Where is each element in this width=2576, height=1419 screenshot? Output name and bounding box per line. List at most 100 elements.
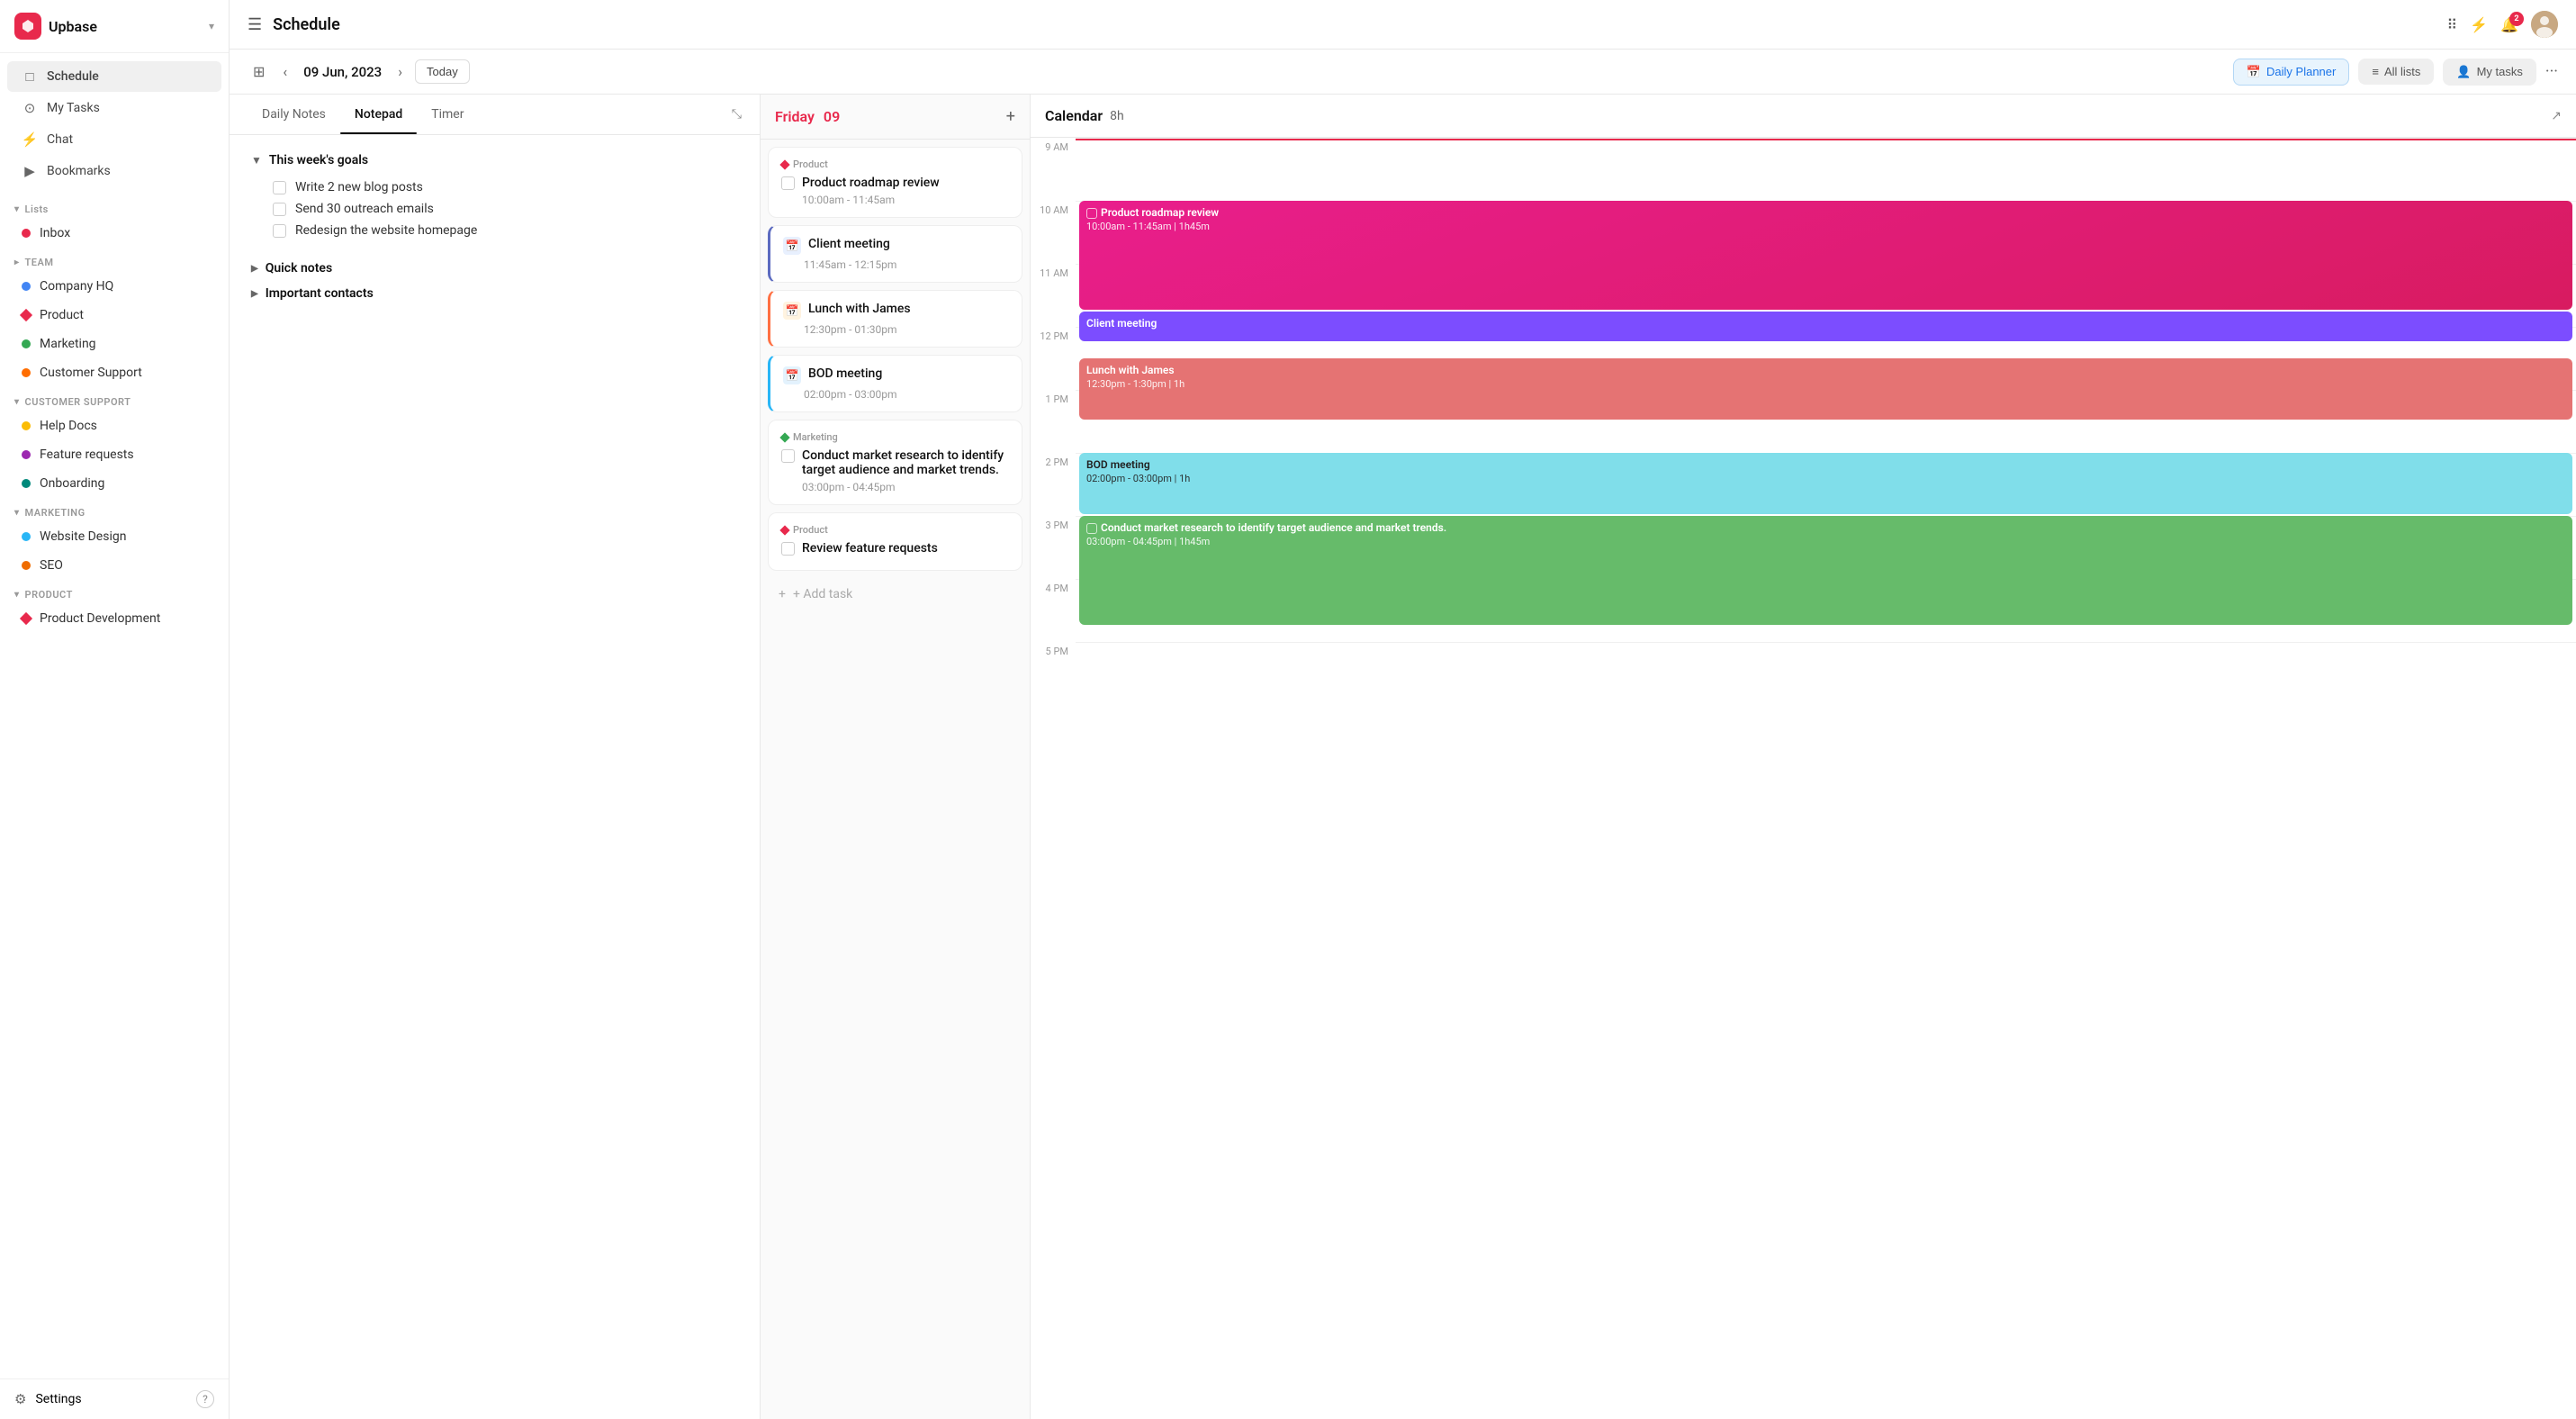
goals-chevron-icon: ▼ [251, 154, 262, 167]
product-dev-dot [20, 612, 32, 625]
quick-notes-chevron-icon: ▶ [251, 264, 258, 274]
menu-icon[interactable]: ☰ [248, 15, 262, 34]
marketing-label-icon [779, 432, 789, 442]
goals-section: ▼ This week's goals Write 2 new blog pos… [251, 153, 738, 241]
daily-planner-button[interactable]: 📅 Daily Planner [2233, 59, 2350, 86]
calendar-title: Calendar [1045, 107, 1103, 124]
expand-calendar-icon[interactable]: ↗ [2551, 109, 2562, 123]
marketing-dot [22, 339, 31, 348]
add-task-row[interactable]: + + Add task [768, 578, 1022, 610]
notification-icon[interactable]: 🔔 2 [2500, 16, 2518, 33]
logo-chevron-icon[interactable]: ▾ [209, 20, 214, 32]
goals-header[interactable]: ▼ This week's goals [251, 153, 738, 167]
sidebar-item-chat[interactable]: ⚡ Chat [7, 124, 221, 155]
product-dot [20, 309, 32, 321]
sidebar-item-website-design[interactable]: Website Design [7, 523, 221, 550]
inbox-dot [22, 229, 31, 238]
inbox-label: Inbox [40, 226, 70, 240]
notepad-panel: Daily Notes Notepad Timer ⤡ ▼ This week'… [230, 95, 761, 1419]
sidebar-item-product[interactable]: Product [7, 302, 221, 329]
task-card-product-roadmap: Product Product roadmap review 10:00am -… [768, 147, 1022, 218]
more-options-icon[interactable]: ··· [2545, 62, 2558, 81]
task-2-time: 11:45am - 12:15pm [783, 258, 1009, 271]
cal-event-cal-event-4[interactable]: BOD meeting 02:00pm - 03:00pm | 1h [1079, 453, 2572, 514]
sidebar-item-my-tasks[interactable]: ⊙ My Tasks [7, 93, 221, 123]
sidebar-item-product-development[interactable]: Product Development [7, 605, 221, 632]
sidebar-item-inbox[interactable]: Inbox [7, 220, 221, 247]
day-name: Friday [775, 108, 815, 125]
logo-area[interactable]: Upbase ▾ [0, 0, 229, 53]
product-label: Product [40, 308, 84, 322]
add-task-icon[interactable]: + [1006, 107, 1015, 126]
cal-event-title: Client meeting [1086, 317, 2565, 330]
task-4-title: BOD meeting [808, 366, 882, 381]
sidebar-item-onboarding[interactable]: Onboarding [7, 470, 221, 497]
sidebar-item-bookmarks[interactable]: ▶ Bookmarks [7, 156, 221, 186]
lists-chevron-icon: ▾ [14, 204, 20, 214]
task-5-checkbox[interactable] [781, 449, 795, 463]
sidebar-footer[interactable]: ⚙ Settings ? [0, 1378, 229, 1419]
today-button[interactable]: Today [415, 59, 470, 84]
product-section-header[interactable]: ▾ PRODUCT [0, 580, 229, 604]
cal-event-cal-event-2[interactable]: Client meeting [1079, 312, 2572, 341]
topbar-icons: ⠿ ⚡ 🔔 2 [2446, 11, 2558, 38]
sidebar-label-schedule: Schedule [47, 69, 99, 84]
collapse-notepad-icon[interactable]: ⤡ [732, 107, 742, 122]
calendar-view-icon[interactable]: ⊞ [248, 59, 270, 84]
sidebar-item-customer-support[interactable]: Customer Support [7, 359, 221, 386]
cal-event-cal-event-5[interactable]: Conduct market research to identify targ… [1079, 516, 2572, 625]
cal-event-time: 10:00am - 11:45am | 1h45m [1086, 221, 2565, 232]
sidebar-item-help-docs[interactable]: Help Docs [7, 412, 221, 439]
sidebar: Upbase ▾ □ Schedule ⊙ My Tasks ⚡ Chat ▶ … [0, 0, 230, 1419]
tab-timer[interactable]: Timer [417, 95, 478, 134]
goal-1-checkbox[interactable] [273, 181, 286, 194]
time-label-9: 9 AM [1031, 138, 1076, 153]
tasks-day: Friday 09 [775, 108, 840, 125]
tab-notepad[interactable]: Notepad [340, 95, 417, 134]
prev-date-button[interactable]: ‹ [277, 59, 293, 84]
calendar-icon-lunch: 📅 [783, 302, 801, 320]
product-dev-label: Product Development [40, 611, 160, 626]
help-icon[interactable]: ? [196, 1390, 214, 1408]
important-contacts-title: Important contacts [266, 286, 374, 301]
grid-icon[interactable]: ⠿ [2446, 16, 2457, 33]
next-date-button[interactable]: › [392, 59, 408, 84]
sidebar-item-schedule[interactable]: □ Schedule [7, 61, 221, 92]
goal-2-checkbox[interactable] [273, 203, 286, 216]
my-tasks-button[interactable]: 👤 My tasks [2443, 59, 2535, 86]
marketing-section-label: MARKETING [25, 507, 86, 519]
sidebar-item-company-hq[interactable]: Company HQ [7, 273, 221, 300]
feature-requests-label: Feature requests [40, 447, 134, 462]
important-contacts-header[interactable]: ▶ Important contacts [251, 281, 738, 306]
task-card-client-meeting: 📅 Client meeting 11:45am - 12:15pm [768, 225, 1022, 283]
cal-event-time: 03:00pm - 04:45pm | 1h45m [1086, 536, 2565, 547]
time-slot-9: 9 AM [1031, 138, 2576, 201]
sidebar-item-marketing[interactable]: Marketing [7, 330, 221, 357]
user-avatar[interactable] [2531, 11, 2558, 38]
sidebar-item-seo[interactable]: SEO [7, 552, 221, 579]
task-1-checkbox[interactable] [781, 176, 795, 190]
lists-section-label: Lists [25, 203, 49, 215]
goal-3-checkbox[interactable] [273, 224, 286, 238]
cal-event-cal-event-1[interactable]: Product roadmap review 10:00am - 11:45am… [1079, 201, 2572, 310]
task-6-checkbox[interactable] [781, 542, 795, 556]
cal-event-cal-event-3[interactable]: Lunch with James 12:30pm - 1:30pm | 1h [1079, 358, 2572, 420]
cal-event-checkbox [1086, 208, 1097, 219]
marketing-section-header[interactable]: ▾ MARKETING [0, 498, 229, 522]
task-list-label-marketing: Marketing [781, 431, 1009, 443]
tasks-panel: Friday 09 + Product Product roadmap revi… [761, 95, 1031, 1419]
goal-2-label: Send 30 outreach emails [295, 202, 434, 216]
quick-notes-header[interactable]: ▶ Quick notes [251, 256, 738, 281]
sidebar-item-feature-requests[interactable]: Feature requests [7, 441, 221, 468]
product-section-label: PRODUCT [25, 589, 73, 601]
all-lists-button[interactable]: ≡ All lists [2358, 59, 2434, 85]
tab-daily-notes[interactable]: Daily Notes [248, 95, 340, 134]
goal-task-2: Send 30 outreach emails [251, 198, 738, 220]
settings-label: Settings [35, 1392, 81, 1406]
customer-support-section-header[interactable]: ▾ CUSTOMER SUPPORT [0, 387, 229, 411]
team-section-header[interactable]: ▸ TEAM [0, 248, 229, 272]
lightning-topbar-icon[interactable]: ⚡ [2470, 16, 2488, 33]
lists-section-header[interactable]: ▾ Lists [0, 194, 229, 219]
all-lists-label: All lists [2384, 65, 2420, 78]
task-4-time: 02:00pm - 03:00pm [783, 388, 1009, 401]
